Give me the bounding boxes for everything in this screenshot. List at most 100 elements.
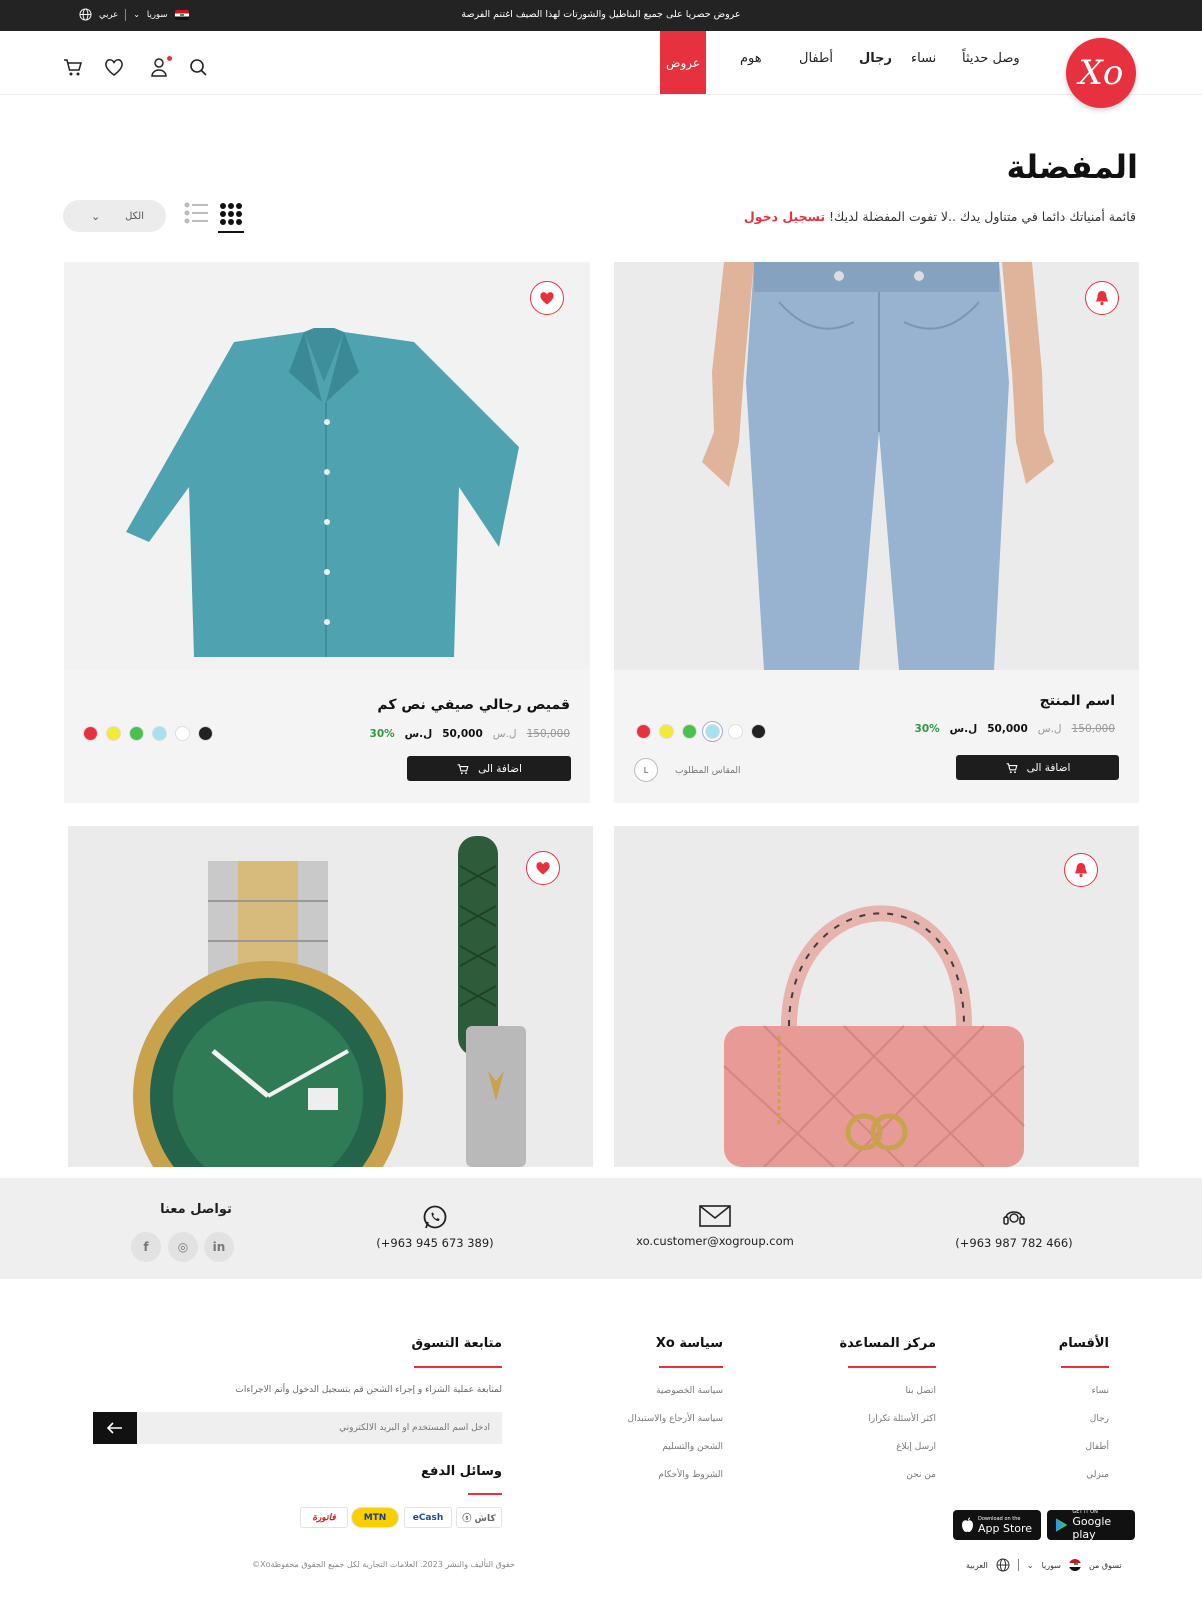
footer-link[interactable]: ارسل إبلاغ [896,1442,936,1452]
google-play-button[interactable]: GET IT ON Google play [1047,1509,1135,1541]
app-store-button[interactable]: Download on the App Store [953,1510,1041,1540]
country-label[interactable]: سوريا [1042,1561,1061,1570]
footer-link[interactable]: سياسة الأرجاع والاستبدال [628,1414,723,1424]
size-option[interactable]: L [634,758,658,782]
subtitle-text: قائمة أمنياتك دائما في متناول يدك ..لا ت… [829,209,1136,224]
color-swatch-black[interactable] [198,726,213,741]
footer-link[interactable]: اكثر الأسئلة تكرارا [868,1414,936,1424]
copyright-text: حقوق التأليف والنشر 2023. العلامات التجا… [252,1560,515,1569]
notify-button[interactable] [1085,281,1119,315]
nav-women[interactable]: نساء [911,51,936,66]
price-row: 150,000 ل.س 50,000 ل.س 30% [370,728,570,740]
apple-icon [962,1517,973,1532]
syria-flag-icon [174,9,189,20]
submit-tracking-button[interactable] [93,1412,137,1444]
list-view-icon[interactable] [184,202,208,224]
discount-badge: 30% [369,728,395,740]
color-swatch-green[interactable] [682,724,697,739]
color-swatch-white[interactable] [175,726,190,741]
brand-logo[interactable]: Xo [1066,38,1136,108]
remove-favorite-button[interactable] [530,281,564,315]
heart-icon[interactable] [103,56,125,78]
product-image-jeans[interactable] [614,262,1139,670]
tracking-input[interactable] [137,1412,502,1444]
login-link[interactable]: تسجيل دخول [744,209,825,224]
page-subtitle: قائمة أمنياتك دائما في متناول يدك ..لا ت… [736,209,1136,224]
locale-switcher[interactable]: عربي ⌄ سوريا [79,8,189,21]
cart-icon [457,763,469,774]
search-icon[interactable] [187,56,209,78]
color-swatch-red[interactable] [83,726,98,741]
remove-favorite-button[interactable] [526,851,560,885]
product-image-bag[interactable] [614,826,1139,1167]
add-to-cart-button[interactable]: اضافة الى [407,756,571,781]
cart-icon[interactable] [62,56,84,78]
color-swatch-yellow[interactable] [106,726,121,741]
main-header [0,31,1202,95]
current-price: 50,000 [987,723,1028,735]
footer-link[interactable]: اتصل بنا [906,1386,936,1396]
instagram-icon[interactable]: ◎ [168,1232,198,1262]
product-card[interactable]: قميص رجالي صيفي نص كم 150,000 ل.س 50,000… [64,262,590,803]
footer-link[interactable]: الشحن والتسليم [662,1442,723,1452]
contact-email[interactable]: xo.customer@xogroup.com [630,1204,800,1248]
announcement-bar: عروض حصريا على جميع البناطيل والشورتات ل… [0,0,1202,31]
product-card[interactable]: اسم المنتج 150,000 ل.س 50,000 ل.س 30% اض… [614,262,1139,803]
filter-dropdown[interactable]: ⌄ الكل [63,200,166,232]
footer-link[interactable]: سياسة الخصوصية [656,1386,723,1396]
footer-locale-switcher[interactable]: العربية ⌄ سوريا تسوق من [966,1558,1122,1572]
bell-icon [1096,291,1108,306]
color-swatch-black[interactable] [751,724,766,739]
chevron-down-icon: ⌄ [91,209,101,223]
footer-link[interactable]: نساء [1091,1386,1109,1396]
heading-underline [1061,1366,1109,1368]
payment-logo-ecash: eCash [404,1507,452,1528]
color-swatch-light-blue[interactable] [152,726,167,741]
color-swatch-light-blue[interactable] [705,724,720,739]
product-card[interactable] [614,826,1139,1167]
footer-link[interactable]: من نحن [906,1470,936,1480]
size-label: المقاس المطلوب [675,766,741,776]
nav-new-arrivals[interactable]: وصل حديثاً [962,51,1020,66]
product-card[interactable] [68,826,593,1167]
add-to-cart-button[interactable]: اضافة الى [956,755,1119,780]
product-image-watch[interactable] [68,826,593,1167]
color-swatches [636,724,766,739]
arrow-left-icon [107,1422,122,1434]
footer-link[interactable]: أطفال [1086,1442,1110,1452]
heading-underline [468,1493,502,1495]
country-label[interactable]: سوريا [147,10,168,20]
filter-value: الكل [125,210,144,222]
contact-phone[interactable]: (+963 987 782 466) [944,1204,1084,1250]
product-name[interactable]: اسم المنتج [1040,693,1115,709]
product-name[interactable]: قميص رجالي صيفي نص كم [377,697,570,713]
payment-logo-mtn: MTN [351,1507,399,1528]
color-swatch-green[interactable] [129,726,144,741]
page-title: المفضلة [1006,148,1138,186]
facebook-icon[interactable]: f [131,1232,161,1262]
language-label[interactable]: عربي [99,10,118,20]
color-swatch-white[interactable] [728,724,743,739]
bell-icon [1075,863,1087,878]
product-image-shirt[interactable] [64,262,590,670]
linkedin-icon[interactable]: in [204,1232,234,1262]
footer-link[interactable]: الشروط والأحكام [658,1470,723,1480]
heart-icon [540,292,554,305]
footer-link[interactable]: رجال [1090,1414,1109,1424]
mail-icon [699,1205,731,1227]
social-title: تواصل معنا [160,1202,232,1217]
footer-link[interactable]: منزلي [1086,1470,1109,1480]
nav-offers[interactable]: عروض [660,31,706,94]
nav-men[interactable]: رجال [859,51,892,66]
nav-kids[interactable]: أطفال [799,51,833,66]
grid-view-icon[interactable] [219,202,243,226]
old-price-currency: ل.س [492,728,517,740]
color-swatch-yellow[interactable] [659,724,674,739]
price-currency: ل.س [404,728,433,740]
language-label[interactable]: العربية [966,1561,988,1570]
contact-whatsapp[interactable]: (+963 945 673 389) [370,1204,500,1250]
heading-underline [414,1366,502,1368]
nav-home[interactable]: هوم [740,51,762,66]
color-swatch-red[interactable] [636,724,651,739]
notify-button[interactable] [1064,853,1098,887]
